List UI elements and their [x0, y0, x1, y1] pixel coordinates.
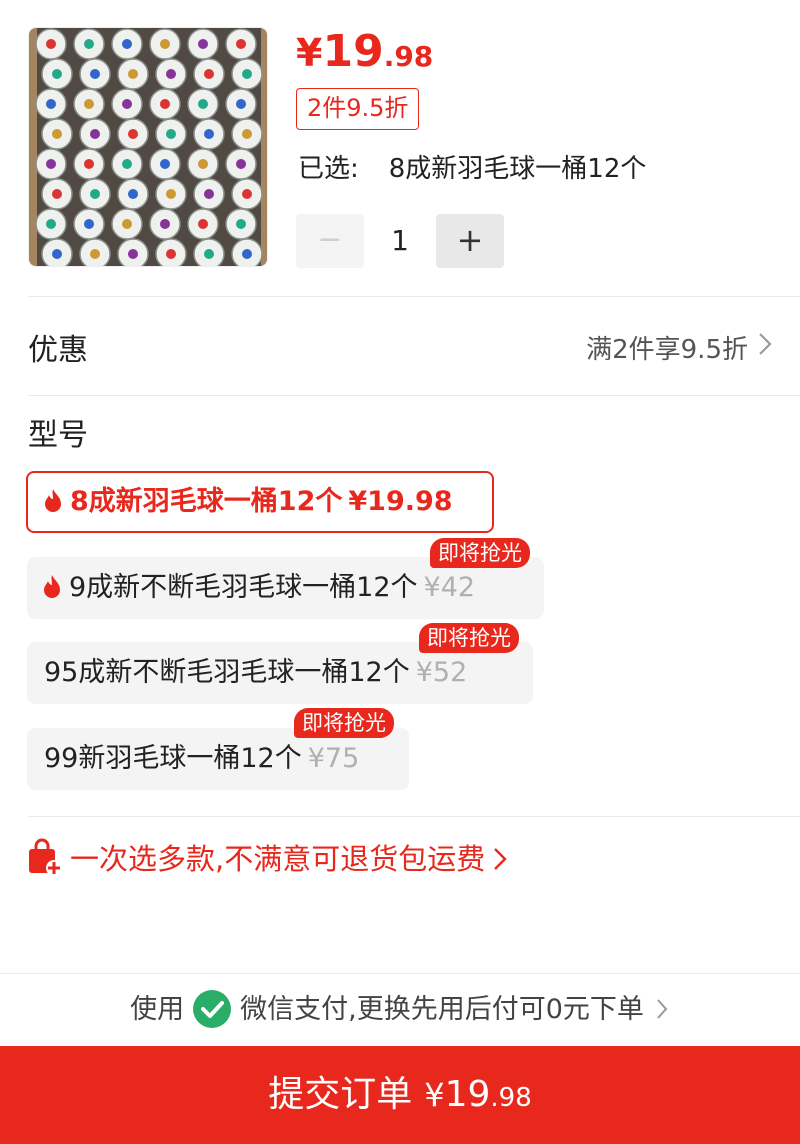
- quantity-stepper: − 1 +: [296, 214, 506, 268]
- model-option-price: ¥52: [415, 657, 468, 688]
- divider: [28, 816, 800, 817]
- product-image[interactable]: [28, 27, 268, 267]
- payment-prefix: 使用: [130, 994, 185, 1025]
- payment-method-row[interactable]: 使用 微信支付,更换先用后付可0元下单: [0, 973, 800, 1045]
- decrease-quantity-button[interactable]: −: [296, 214, 364, 268]
- payment-text: 微信支付,更换先用后付可0元下单: [240, 994, 644, 1025]
- product-summary: ¥19.98 2件9.5折 已选: 8成新羽毛球一桶12个 − 1 +: [0, 0, 800, 296]
- fire-icon: [45, 489, 61, 512]
- increase-quantity-button[interactable]: +: [436, 214, 504, 268]
- submit-label: 提交订单: [268, 1074, 413, 1115]
- submit-currency: ¥: [424, 1076, 445, 1114]
- shopping-bag-plus-icon: [29, 838, 62, 876]
- submit-price-integer: 19: [444, 1074, 491, 1115]
- model-option-price: ¥19.98: [348, 486, 453, 517]
- chevron-right-icon: [759, 333, 772, 355]
- model-option-label: 95成新不断毛羽毛球一桶12个: [44, 657, 410, 688]
- quantity-value[interactable]: 1: [364, 214, 436, 268]
- model-option-price: ¥75: [307, 743, 360, 774]
- selected-value: 8成新羽毛球一桶12个: [388, 154, 647, 184]
- promo-row[interactable]: 优惠 满2件享9.5折: [0, 297, 800, 395]
- model-option-1[interactable]: 8成新羽毛球一桶12个 ¥19.98: [26, 471, 494, 533]
- submit-order-button[interactable]: 提交订单 ¥19.98: [0, 1046, 800, 1144]
- price-decimal: .98: [383, 40, 434, 73]
- chevron-right-icon: [494, 848, 507, 870]
- fire-icon: [44, 575, 60, 598]
- price-integer: 19: [322, 26, 384, 77]
- return-guarantee-link[interactable]: 一次选多款,不满意可退货包运费: [26, 836, 509, 882]
- chevron-right-icon: [657, 999, 668, 1019]
- submit-price-decimal: .98: [490, 1083, 532, 1113]
- model-title: 型号: [28, 418, 88, 453]
- model-option-label: 8成新羽毛球一桶12个: [70, 486, 343, 517]
- divider: [28, 395, 800, 396]
- selected-spec: 已选: 8成新羽毛球一桶12个: [298, 148, 646, 185]
- model-option-label: 9成新不断毛羽毛球一桶12个: [69, 572, 418, 603]
- price-currency: ¥: [296, 31, 323, 75]
- guarantee-text: 一次选多款,不满意可退货包运费: [70, 842, 486, 876]
- model-option-label: 99新羽毛球一桶12个: [44, 743, 302, 774]
- low-stock-badge: 即将抢光: [294, 708, 394, 738]
- low-stock-badge: 即将抢光: [430, 538, 530, 568]
- model-option-price: ¥42: [423, 572, 476, 603]
- wechat-pay-icon: [193, 990, 232, 1028]
- selected-label: 已选:: [298, 154, 359, 184]
- promo-value: 满2件享9.5折: [586, 335, 748, 365]
- discount-tag: 2件9.5折: [296, 88, 420, 130]
- promo-title: 优惠: [28, 333, 88, 368]
- product-price: ¥19.98: [296, 26, 433, 77]
- low-stock-badge: 即将抢光: [419, 623, 519, 653]
